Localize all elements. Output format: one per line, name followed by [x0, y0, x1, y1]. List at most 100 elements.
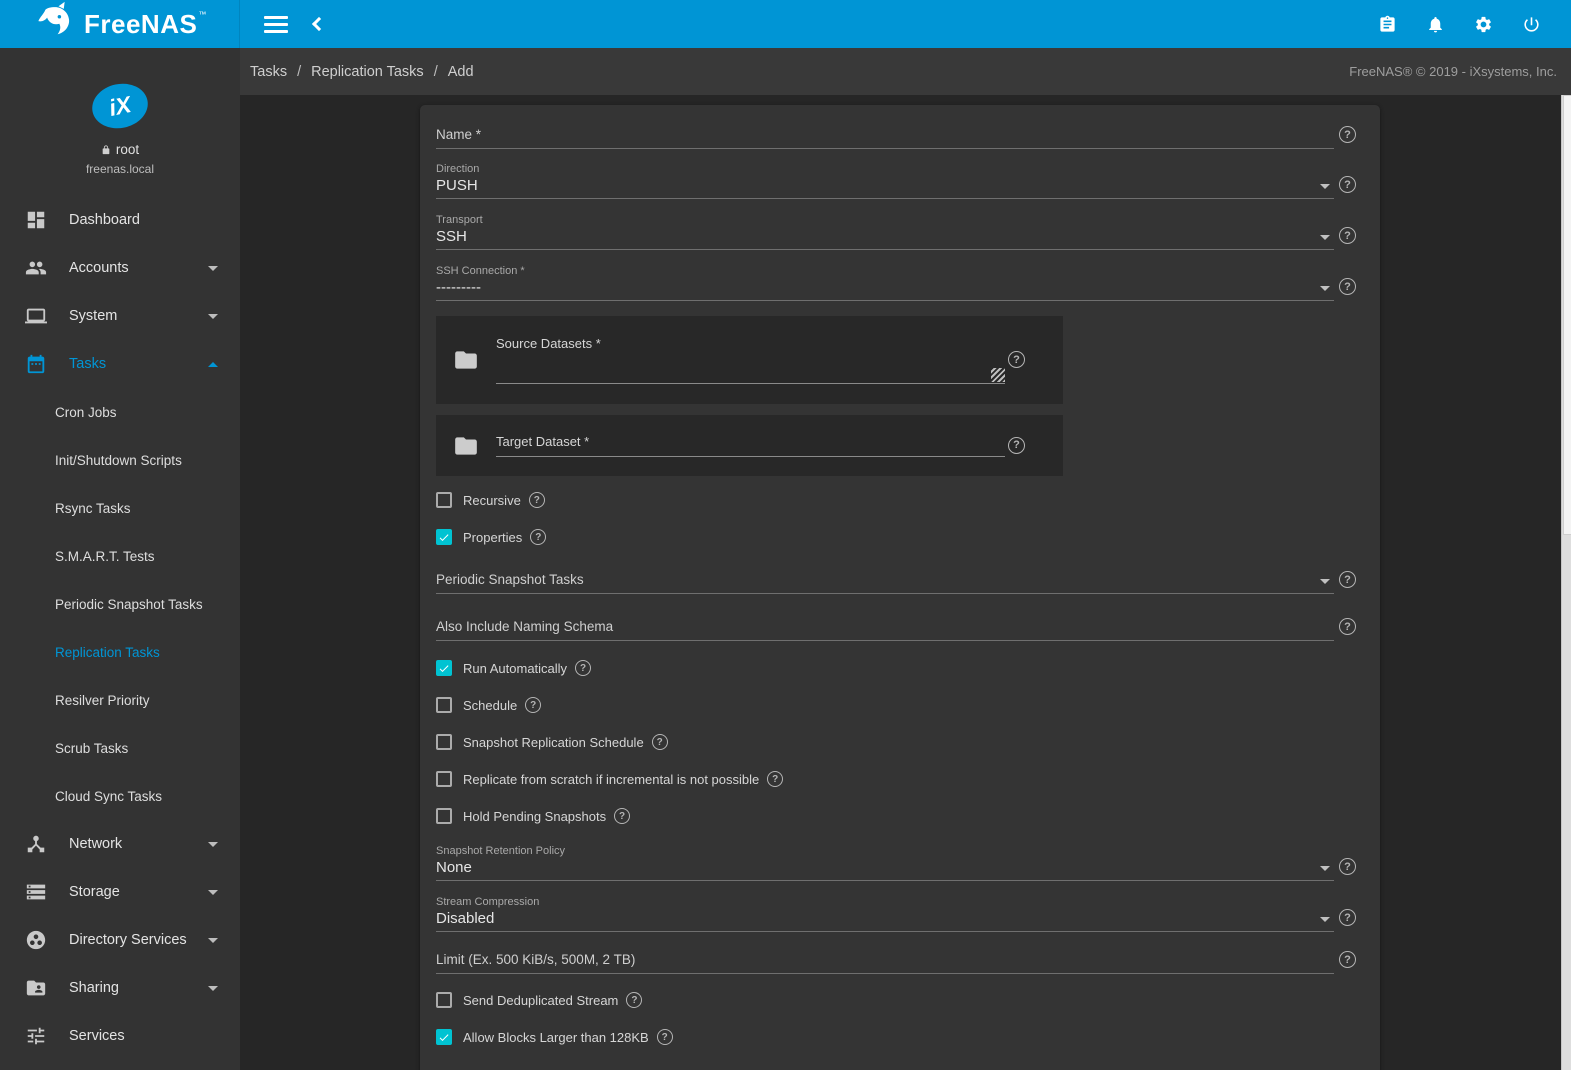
- help-icon[interactable]: ?: [528, 492, 545, 508]
- allow-large-blocks-checkbox[interactable]: [436, 1029, 452, 1045]
- help-icon[interactable]: ?: [656, 1029, 673, 1045]
- stream-compression-label: Stream Compression: [436, 896, 540, 908]
- checkbox-row-recursive[interactable]: Recursive ?: [436, 492, 1356, 508]
- send-deduplicated-stream-checkbox[interactable]: [436, 992, 452, 1008]
- chevron-down-icon: [208, 889, 218, 895]
- task-manager-icon[interactable]: [1378, 15, 1397, 34]
- limit-input[interactable]: Limit (Ex. 500 KiB/s, 500M, 2 TB): [436, 950, 1334, 974]
- hold-pending-snapshots-checkbox[interactable]: [436, 808, 452, 824]
- folder-icon[interactable]: [450, 347, 482, 373]
- sidebar-item-label: Network: [69, 836, 123, 852]
- scrollbar-thumb[interactable]: [1563, 95, 1571, 535]
- sidebar-item-replication-tasks[interactable]: Replication Tasks: [0, 628, 240, 676]
- sidebar-header: iX root freenas.local: [0, 48, 240, 176]
- help-icon[interactable]: ?: [1339, 951, 1356, 968]
- help-icon[interactable]: ?: [1339, 571, 1356, 588]
- sidebar-item-storage[interactable]: Storage: [0, 868, 240, 916]
- sidebar-item-label: Replication Tasks: [55, 644, 160, 660]
- help-icon[interactable]: ?: [1008, 436, 1025, 454]
- chevron-down-icon: [208, 937, 218, 943]
- periodic-snapshot-tasks-select[interactable]: Periodic Snapshot Tasks: [436, 570, 1334, 594]
- properties-checkbox[interactable]: [436, 529, 452, 545]
- schedule-checkbox[interactable]: [436, 697, 452, 713]
- help-icon[interactable]: ?: [1008, 351, 1025, 368]
- help-icon[interactable]: ?: [1339, 618, 1356, 635]
- ssh-connection-select[interactable]: SSH Connection * ---------: [436, 265, 1334, 301]
- sidebar-item-sharing[interactable]: Sharing: [0, 964, 240, 1012]
- sidebar-item-resilver-priority[interactable]: Resilver Priority: [0, 676, 240, 724]
- help-icon[interactable]: ?: [575, 660, 592, 676]
- sidebar-item-rsync-tasks[interactable]: Rsync Tasks: [0, 484, 240, 532]
- transport-select[interactable]: Transport SSH: [436, 214, 1334, 250]
- stream-compression-select[interactable]: Stream Compression Disabled: [436, 896, 1334, 932]
- checkbox-row-allow-large-blocks[interactable]: Allow Blocks Larger than 128KB ?: [436, 1029, 1356, 1045]
- periodic-snapshot-tasks-label: Periodic Snapshot Tasks: [436, 572, 584, 587]
- resize-grip-icon[interactable]: [991, 368, 1005, 382]
- checkbox-row-hold-pending-snapshots[interactable]: Hold Pending Snapshots ?: [436, 808, 1356, 824]
- help-icon[interactable]: ?: [614, 808, 631, 824]
- breadcrumb-tasks[interactable]: Tasks: [250, 64, 287, 80]
- breadcrumb-replication-tasks[interactable]: Replication Tasks: [311, 64, 424, 80]
- checkbox-row-snapshot-replication-schedule[interactable]: Snapshot Replication Schedule ?: [436, 734, 1356, 750]
- help-icon[interactable]: ?: [1339, 176, 1356, 193]
- checkbox-row-run-automatically[interactable]: Run Automatically ?: [436, 660, 1356, 676]
- help-icon[interactable]: ?: [1339, 278, 1356, 295]
- ix-logo-text: iX: [106, 90, 134, 121]
- sidebar-item-periodic-snapshot-tasks[interactable]: Periodic Snapshot Tasks: [0, 580, 240, 628]
- checkbox-row-properties[interactable]: Properties ?: [436, 529, 1356, 545]
- ix-systems-logo: iX: [88, 78, 152, 134]
- breadcrumb: Tasks / Replication Tasks / Add: [250, 64, 474, 80]
- help-icon[interactable]: ?: [1339, 227, 1356, 244]
- breadcrumb-add: Add: [447, 63, 474, 80]
- sidebar-item-tasks[interactable]: Tasks: [0, 340, 240, 388]
- menu-icon[interactable]: [264, 15, 288, 33]
- sidebar-item-dashboard[interactable]: Dashboard: [0, 196, 240, 244]
- sidebar-item-scrub-tasks[interactable]: Scrub Tasks: [0, 724, 240, 772]
- run-automatically-checkbox[interactable]: [436, 660, 452, 676]
- help-icon[interactable]: ?: [626, 992, 643, 1008]
- sidebar-item-cloud-sync-tasks[interactable]: Cloud Sync Tasks: [0, 772, 240, 820]
- sidebar-item-init-shutdown-scripts[interactable]: Init/Shutdown Scripts: [0, 436, 240, 484]
- source-datasets-input[interactable]: [496, 354, 1005, 384]
- limit-label: Limit (Ex. 500 KiB/s, 500M, 2 TB): [436, 952, 636, 967]
- vertical-scrollbar[interactable]: [1561, 95, 1571, 1070]
- sidebar-item-directory-services[interactable]: Directory Services: [0, 916, 240, 964]
- notifications-bell-icon[interactable]: [1426, 15, 1445, 34]
- sidebar-item-services[interactable]: Services: [0, 1012, 240, 1060]
- sidebar-item-label: Scrub Tasks: [55, 740, 129, 756]
- chevron-left-icon[interactable]: [311, 16, 327, 32]
- sidebar-item-system[interactable]: System: [0, 292, 240, 340]
- sidebar-item-cron-jobs[interactable]: Cron Jobs: [0, 388, 240, 436]
- help-icon[interactable]: ?: [767, 771, 784, 787]
- services-tune-icon: [27, 1027, 45, 1045]
- replicate-from-scratch-checkbox[interactable]: [436, 771, 452, 787]
- name-input[interactable]: Name *: [436, 125, 1334, 149]
- field-naming-schema: Also Include Naming Schema ?: [436, 617, 1356, 641]
- dropdown-arrow-icon: [1320, 866, 1330, 871]
- sidebar-item-accounts[interactable]: Accounts: [0, 244, 240, 292]
- run-automatically-label: Run Automatically: [463, 660, 568, 676]
- sidebar-item-smart-tests[interactable]: S.M.A.R.T. Tests: [0, 532, 240, 580]
- power-icon[interactable]: [1522, 15, 1541, 34]
- direction-value: PUSH: [436, 177, 478, 194]
- help-icon[interactable]: ?: [1339, 909, 1356, 926]
- freenas-logo: FreeNAS ™: [34, 1, 206, 47]
- help-icon[interactable]: ?: [1339, 126, 1356, 143]
- recursive-checkbox[interactable]: [436, 492, 452, 508]
- checkbox-row-schedule[interactable]: Schedule ?: [436, 697, 1356, 713]
- snapshot-replication-schedule-checkbox[interactable]: [436, 734, 452, 750]
- folder-icon[interactable]: [450, 433, 482, 459]
- target-dataset-input[interactable]: Target Dataset *: [496, 434, 1005, 457]
- main-content: Name * ? Direction PUSH ? Transport SSH …: [240, 95, 1571, 1070]
- help-icon[interactable]: ?: [1339, 858, 1356, 875]
- settings-gear-icon[interactable]: [1474, 15, 1493, 34]
- naming-schema-input[interactable]: Also Include Naming Schema: [436, 617, 1334, 641]
- snapshot-retention-policy-select[interactable]: Snapshot Retention Policy None: [436, 845, 1334, 881]
- help-icon[interactable]: ?: [651, 734, 668, 750]
- direction-select[interactable]: Direction PUSH: [436, 163, 1334, 199]
- help-icon[interactable]: ?: [530, 529, 547, 545]
- sidebar-item-network[interactable]: Network: [0, 820, 240, 868]
- checkbox-row-send-deduplicated-stream[interactable]: Send Deduplicated Stream ?: [436, 992, 1356, 1008]
- checkbox-row-replicate-from-scratch[interactable]: Replicate from scratch if incremental is…: [436, 771, 1356, 787]
- help-icon[interactable]: ?: [525, 697, 542, 713]
